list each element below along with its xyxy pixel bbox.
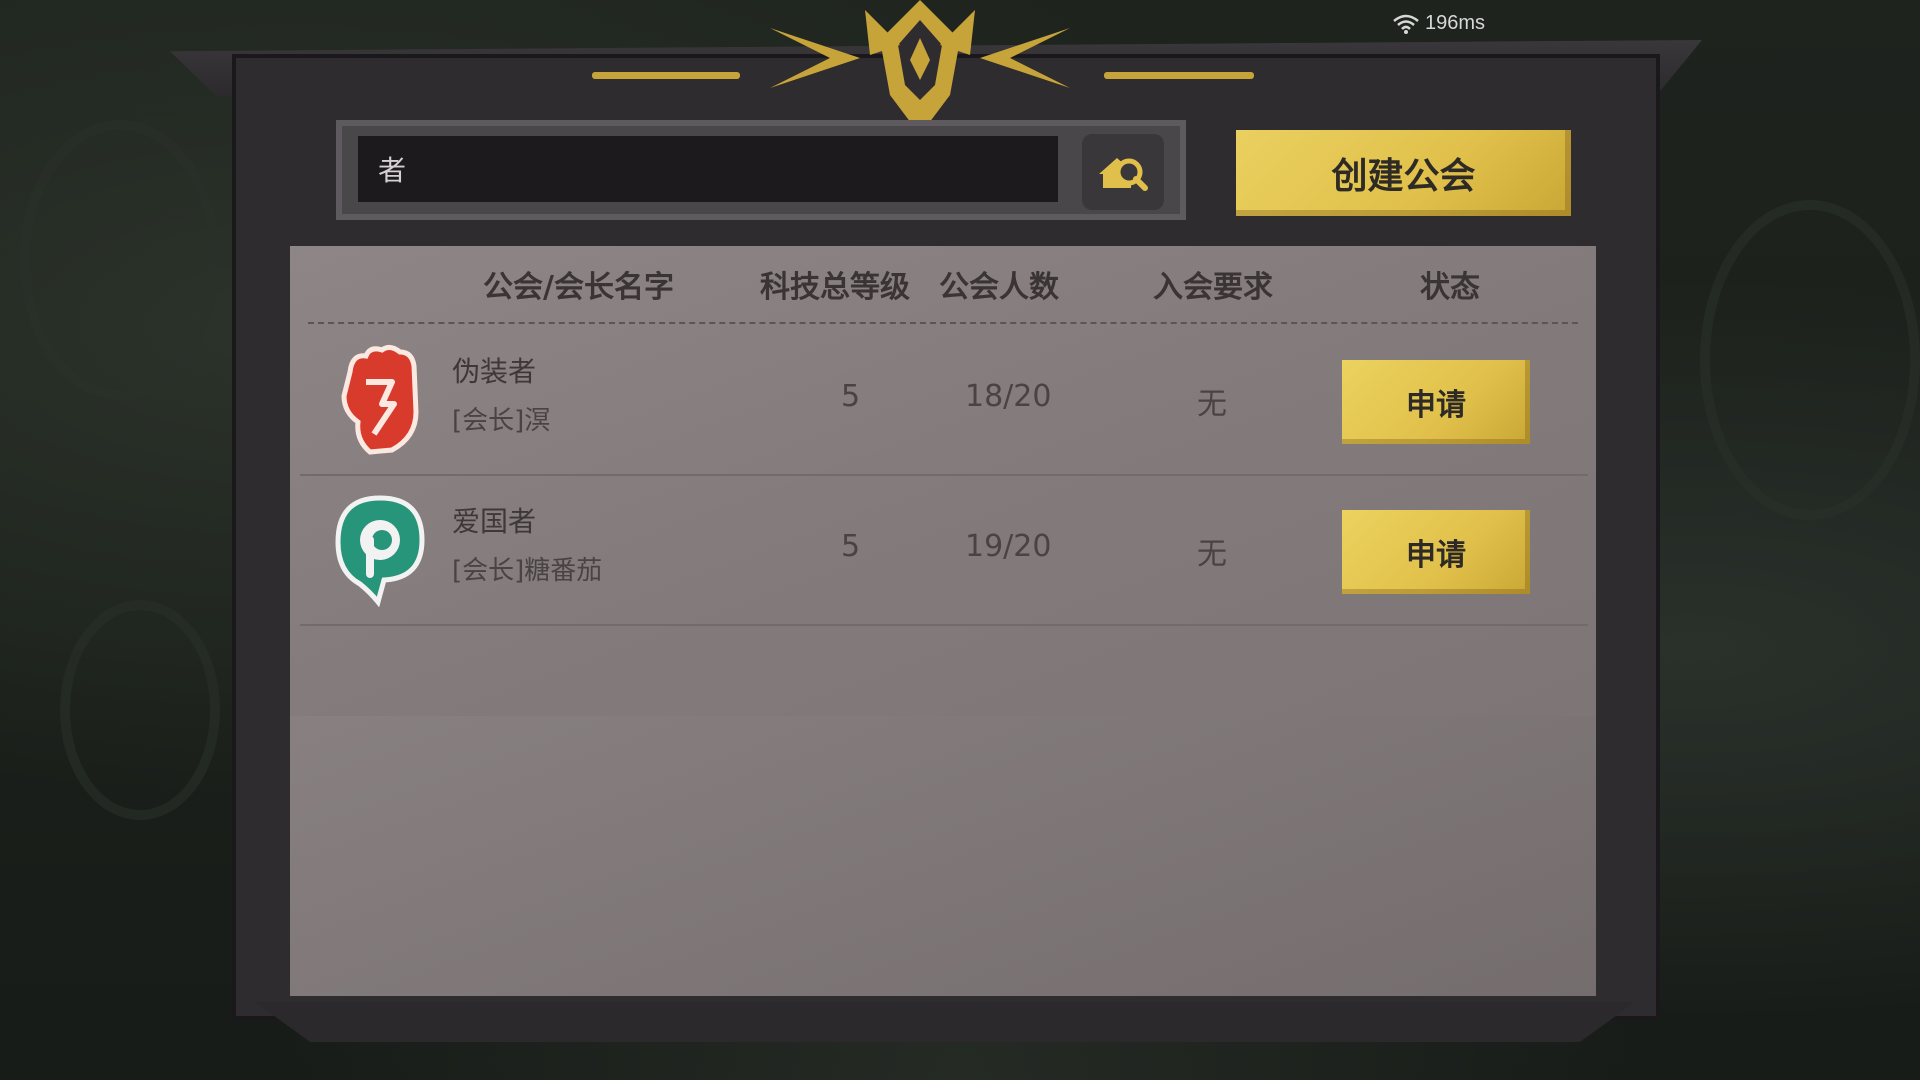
search-guild-icon <box>1099 158 1148 191</box>
create-guild-button[interactable]: 创建公会 <box>1236 130 1571 216</box>
join-requirement: 无 <box>1197 537 1227 572</box>
join-requirement: 无 <box>1197 387 1227 422</box>
bg-decoration <box>1700 200 1920 520</box>
header-name: 公会/会长名字 <box>483 270 674 305</box>
guild-leader: [会长]溟 <box>452 406 551 436</box>
guild-name: 爱国者 <box>452 505 537 538</box>
tech-level: 5 <box>841 379 861 414</box>
table-row: 爱国者 [会长]糖番茄 5 19/20 无 申请 <box>300 474 1588 626</box>
guild-emblem-icon <box>770 0 1070 135</box>
header-status: 状态 <box>1420 270 1480 305</box>
frame-gold-bar <box>592 72 740 79</box>
header-members: 公会人数 <box>939 270 1059 305</box>
search-button[interactable] <box>1082 134 1164 210</box>
table-row: 伪装者 [会长]溟 5 18/20 无 申请 <box>300 324 1588 476</box>
search-input[interactable] <box>358 136 1058 202</box>
tech-level: 5 <box>841 529 861 564</box>
header-tech: 科技总等级 <box>760 270 910 305</box>
guild-name: 伪装者 <box>452 355 537 388</box>
search-bar <box>336 120 1186 220</box>
network-status: 196ms <box>1393 12 1485 35</box>
ping-text: 196ms <box>1425 12 1486 34</box>
apply-button[interactable]: 申请 <box>1342 510 1530 594</box>
apply-button[interactable]: 申请 <box>1342 360 1530 444</box>
bg-decoration <box>60 600 220 820</box>
header-requirement: 入会要求 <box>1153 270 1273 305</box>
wifi-icon <box>1393 14 1419 34</box>
frame-gold-bar <box>1104 72 1254 79</box>
red-fist-icon <box>341 344 419 455</box>
table-header: 公会/会长名字 科技总等级 公会人数 入会要求 状态 <box>290 246 1596 324</box>
guild-leader: [会长]糖番茄 <box>452 556 603 586</box>
member-count: 19/20 <box>965 529 1052 564</box>
frame-bottom <box>255 1002 1635 1042</box>
guild-list-panel: 公会/会长名字 科技总等级 公会人数 入会要求 状态 伪装者 [会长]溟 5 1… <box>290 246 1596 996</box>
member-count: 18/20 <box>965 379 1052 414</box>
bg-decoration <box>20 120 220 400</box>
green-swirl-icon <box>335 495 425 607</box>
